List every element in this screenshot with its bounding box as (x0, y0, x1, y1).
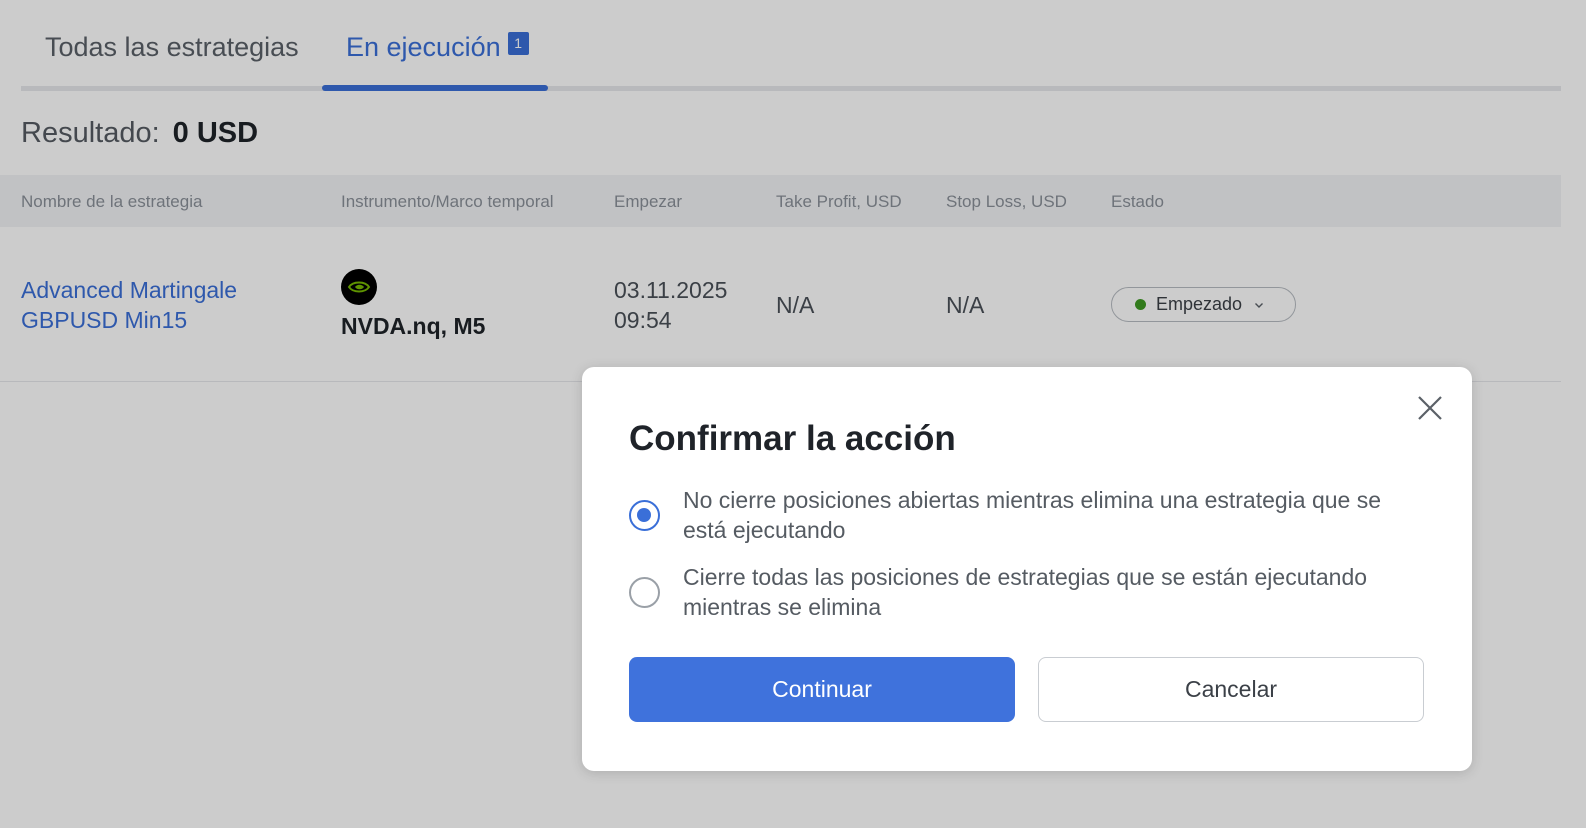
confirm-dialog: Confirmar la acción No cierre posiciones… (582, 367, 1472, 771)
option-keep-positions-label: No cierre posiciones abiertas mientras e… (683, 487, 1382, 543)
radio-keep-positions[interactable] (629, 500, 660, 531)
dialog-title: Confirmar la acción (629, 419, 956, 458)
cancel-button[interactable]: Cancelar (1038, 657, 1424, 722)
close-icon[interactable] (1416, 394, 1444, 422)
continue-button[interactable]: Continuar (629, 657, 1015, 722)
option-keep-positions[interactable]: No cierre posiciones abiertas mientras e… (629, 485, 1429, 545)
radio-close-positions[interactable] (629, 577, 660, 608)
page: Todas las estrategias En ejecución 1 Res… (0, 0, 1586, 828)
option-close-positions[interactable]: Cierre todas las posiciones de estrategi… (629, 562, 1429, 622)
option-close-positions-label: Cierre todas las posiciones de estrategi… (683, 564, 1368, 620)
